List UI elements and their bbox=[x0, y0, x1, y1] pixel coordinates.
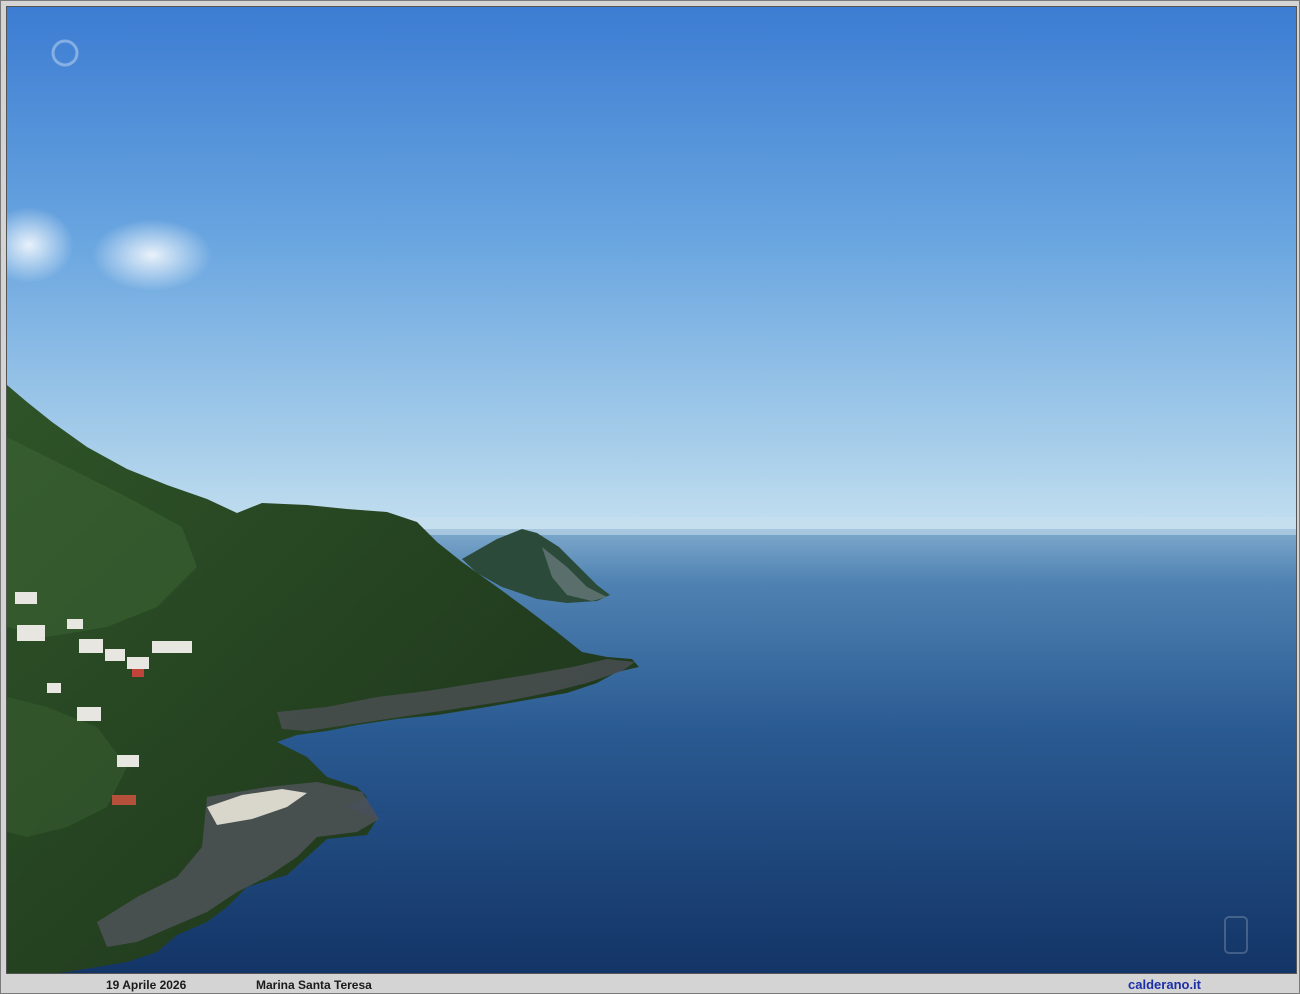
image-frame: 19 Aprile 2026 Marina Santa Teresa calde… bbox=[0, 0, 1300, 994]
cloud bbox=[92, 219, 212, 291]
caption-bar: 19 Aprile 2026 Marina Santa Teresa calde… bbox=[6, 977, 1297, 993]
caption-date: 19 Aprile 2026 bbox=[106, 978, 187, 992]
caption-place: Marina Santa Teresa bbox=[256, 978, 372, 992]
caption-site-link[interactable]: calderano.it bbox=[1128, 977, 1201, 993]
coastal-photo bbox=[6, 6, 1297, 974]
